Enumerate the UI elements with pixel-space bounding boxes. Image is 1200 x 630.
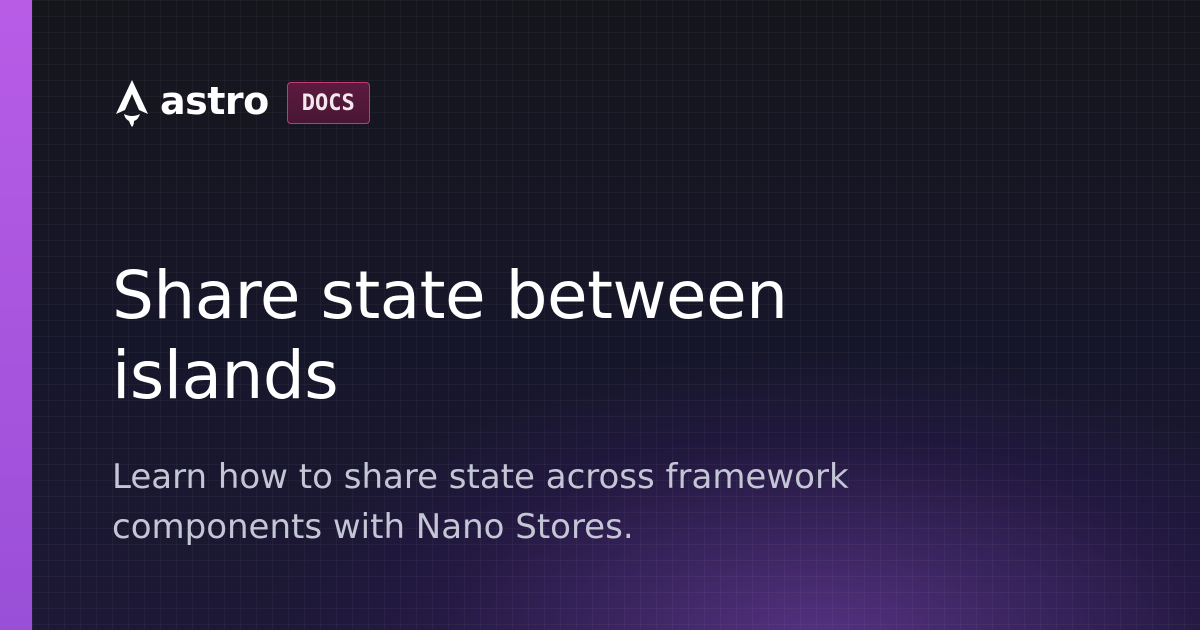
page-title-line-2: islands (112, 337, 339, 414)
astro-wordmark: astro (160, 79, 269, 123)
page-title: Share state between islands (112, 256, 1012, 416)
social-card: astro DOCS Share state between islands L… (0, 0, 1200, 630)
page-description-line-2: components with Nano Stores. (112, 507, 634, 547)
brand-header: astro DOCS (112, 79, 370, 127)
astro-rocket-icon (116, 80, 148, 127)
page-description: Learn how to share state across framewor… (112, 452, 1052, 552)
docs-badge: DOCS (286, 82, 370, 124)
accent-bar (0, 0, 32, 630)
page-description-line-1: Learn how to share state across framewor… (112, 457, 849, 497)
page-title-line-1: Share state between (112, 257, 788, 334)
